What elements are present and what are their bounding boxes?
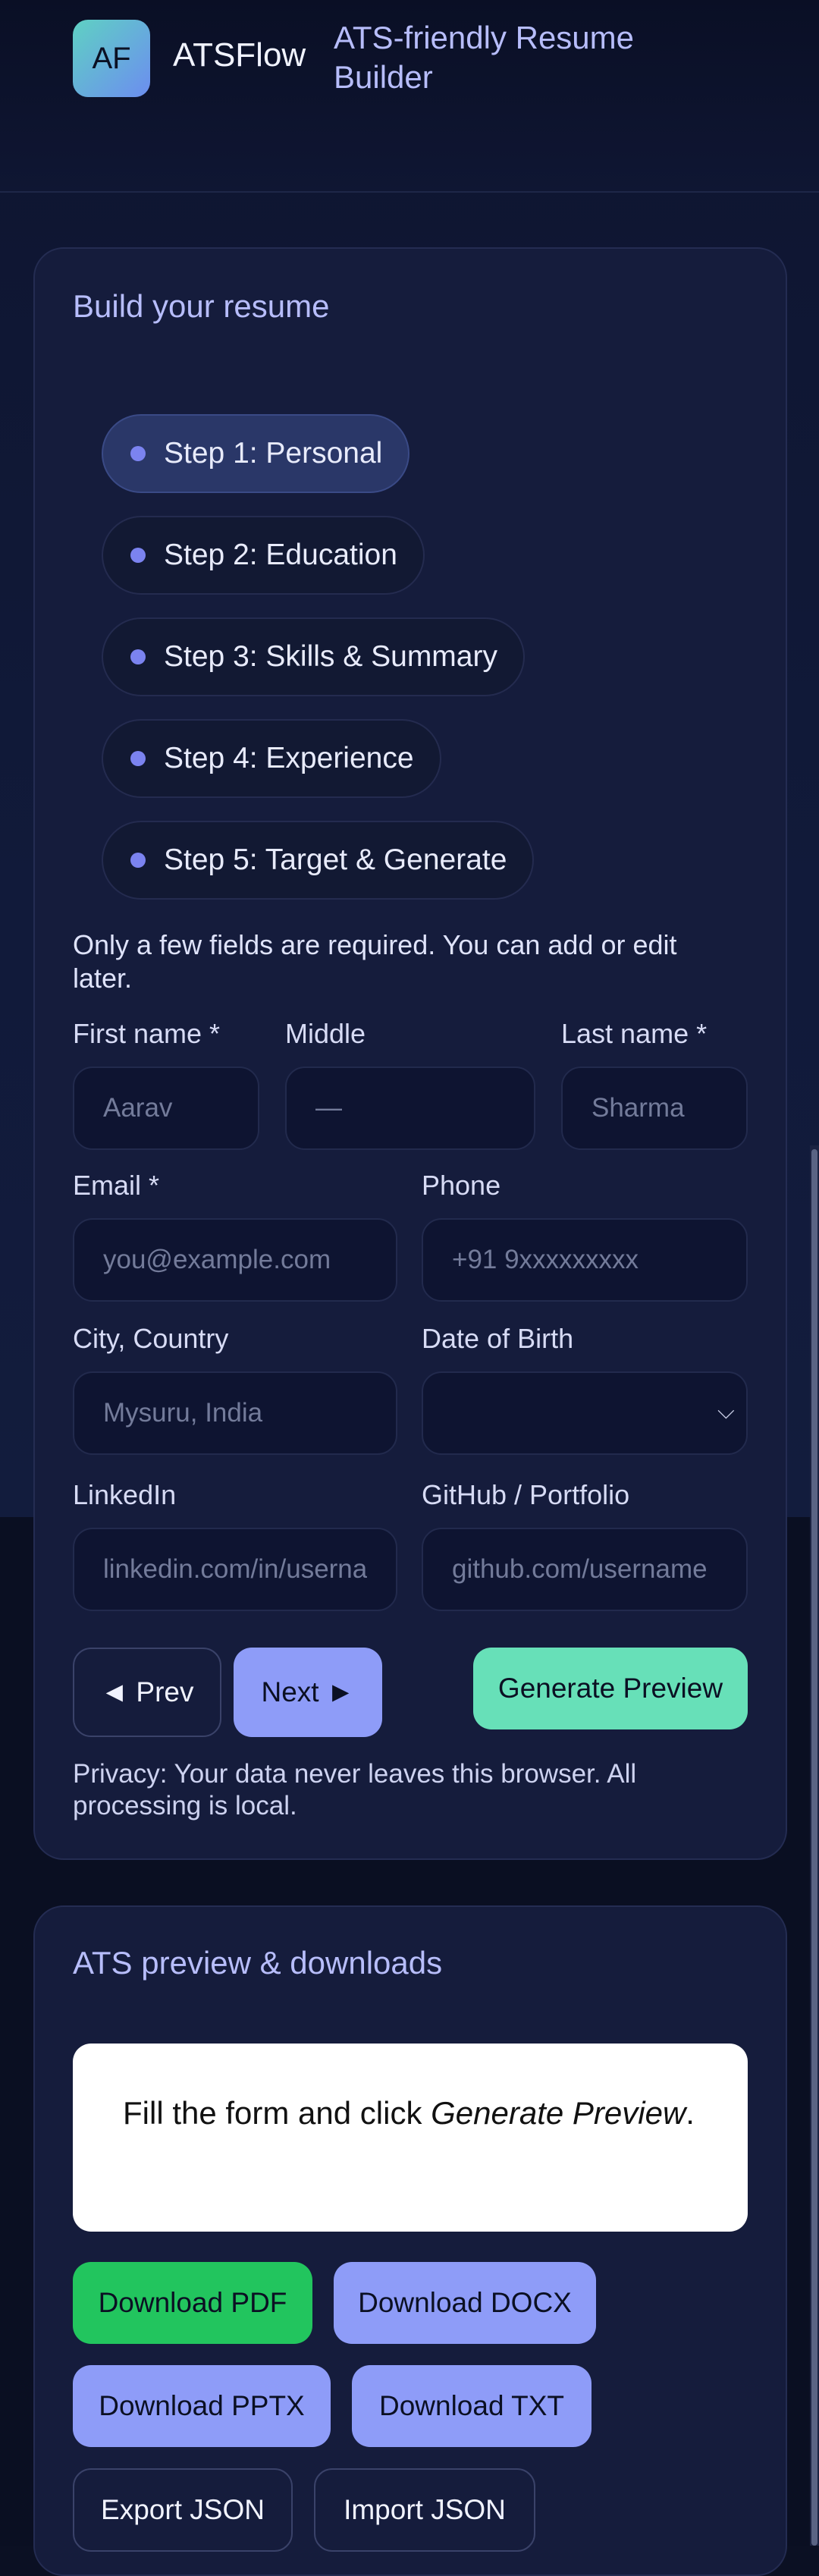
dob-label: Date of Birth — [422, 1323, 574, 1354]
step-experience[interactable]: Step 4: Experience — [102, 719, 441, 798]
privacy-note: Privacy: Your data never leaves this bro… — [73, 1759, 637, 1820]
dot-icon — [130, 751, 146, 766]
step-skills-summary[interactable]: Step 3: Skills & Summary — [102, 617, 525, 696]
import-json-button[interactable]: Import JSON — [314, 2468, 535, 2552]
step-label: Step 3: Skills & Summary — [164, 640, 497, 673]
middle-name-input[interactable] — [285, 1067, 535, 1150]
chevron-down-icon: ⌵ — [717, 1399, 735, 1424]
email-field[interactable] — [73, 1218, 397, 1302]
brand-name[interactable]: ATSFlow — [173, 36, 306, 74]
builder-title: Build your resume — [73, 288, 330, 324]
city-label: City, Country — [73, 1323, 229, 1354]
dot-icon — [130, 446, 146, 461]
city-field[interactable] — [73, 1371, 397, 1455]
next-button[interactable]: Next ► — [234, 1648, 382, 1737]
tagline: ATS-friendly Resume Builder — [334, 20, 635, 95]
download-pdf-button[interactable]: Download PDF — [73, 2262, 312, 2344]
first-name-label: First name * — [73, 1018, 221, 1049]
first-name-input[interactable] — [73, 1067, 259, 1150]
download-docx-button[interactable]: Download DOCX — [334, 2262, 596, 2344]
app-logo: AF — [73, 20, 150, 97]
step-personal[interactable]: Step 1: Personal — [102, 414, 410, 493]
step-target-generate[interactable]: Step 5: Target & Generate — [102, 821, 535, 900]
step-education[interactable]: Step 2: Education — [102, 516, 425, 595]
dob-select[interactable] — [422, 1371, 748, 1455]
preview-message: Fill the form and click — [123, 2095, 431, 2131]
github-label: GitHub / Portfolio — [422, 1479, 630, 1510]
download-txt-button[interactable]: Download TXT — [352, 2365, 592, 2447]
email-label: Email * — [73, 1170, 160, 1201]
step-label: Step 1: Personal — [164, 437, 383, 470]
prev-button[interactable]: ◄ Prev — [73, 1648, 221, 1737]
resume-preview-area: Fill the form and click Generate Preview… — [73, 2044, 748, 2232]
step-label: Step 5: Target & Generate — [164, 843, 507, 876]
generate-preview-button[interactable]: Generate Preview — [473, 1648, 748, 1729]
last-name-label: Last name * — [561, 1018, 708, 1049]
linkedin-label: LinkedIn — [73, 1479, 177, 1510]
preview-card: ATS preview & downloads Fill the form an… — [33, 1905, 787, 2576]
step-label: Step 2: Education — [164, 539, 397, 571]
github-field[interactable] — [422, 1528, 748, 1611]
scrollbar-thumb[interactable] — [811, 1149, 817, 2546]
middle-name-label: Middle — [285, 1018, 366, 1049]
dot-icon — [130, 649, 146, 664]
preview-title: ATS preview & downloads — [73, 1945, 443, 1981]
linkedin-field[interactable] — [73, 1528, 397, 1611]
last-name-input[interactable] — [561, 1067, 748, 1150]
preview-message-suffix: . — [686, 2095, 695, 2131]
required-note: Only a few fields are required. You can … — [73, 929, 677, 994]
app-header: AF ATSFlow ATS-friendly Resume Builder — [0, 0, 819, 193]
dot-icon — [130, 548, 146, 563]
builder-card: Build your resume Step 1: Personal Step … — [33, 247, 787, 1860]
preview-message-emphasis: Generate Preview — [431, 2095, 686, 2131]
step-label: Step 4: Experience — [164, 742, 414, 774]
dot-icon — [130, 853, 146, 868]
download-pptx-button[interactable]: Download PPTX — [73, 2365, 331, 2447]
export-json-button[interactable]: Export JSON — [73, 2468, 293, 2552]
phone-label: Phone — [422, 1170, 501, 1201]
phone-field[interactable] — [422, 1218, 748, 1302]
